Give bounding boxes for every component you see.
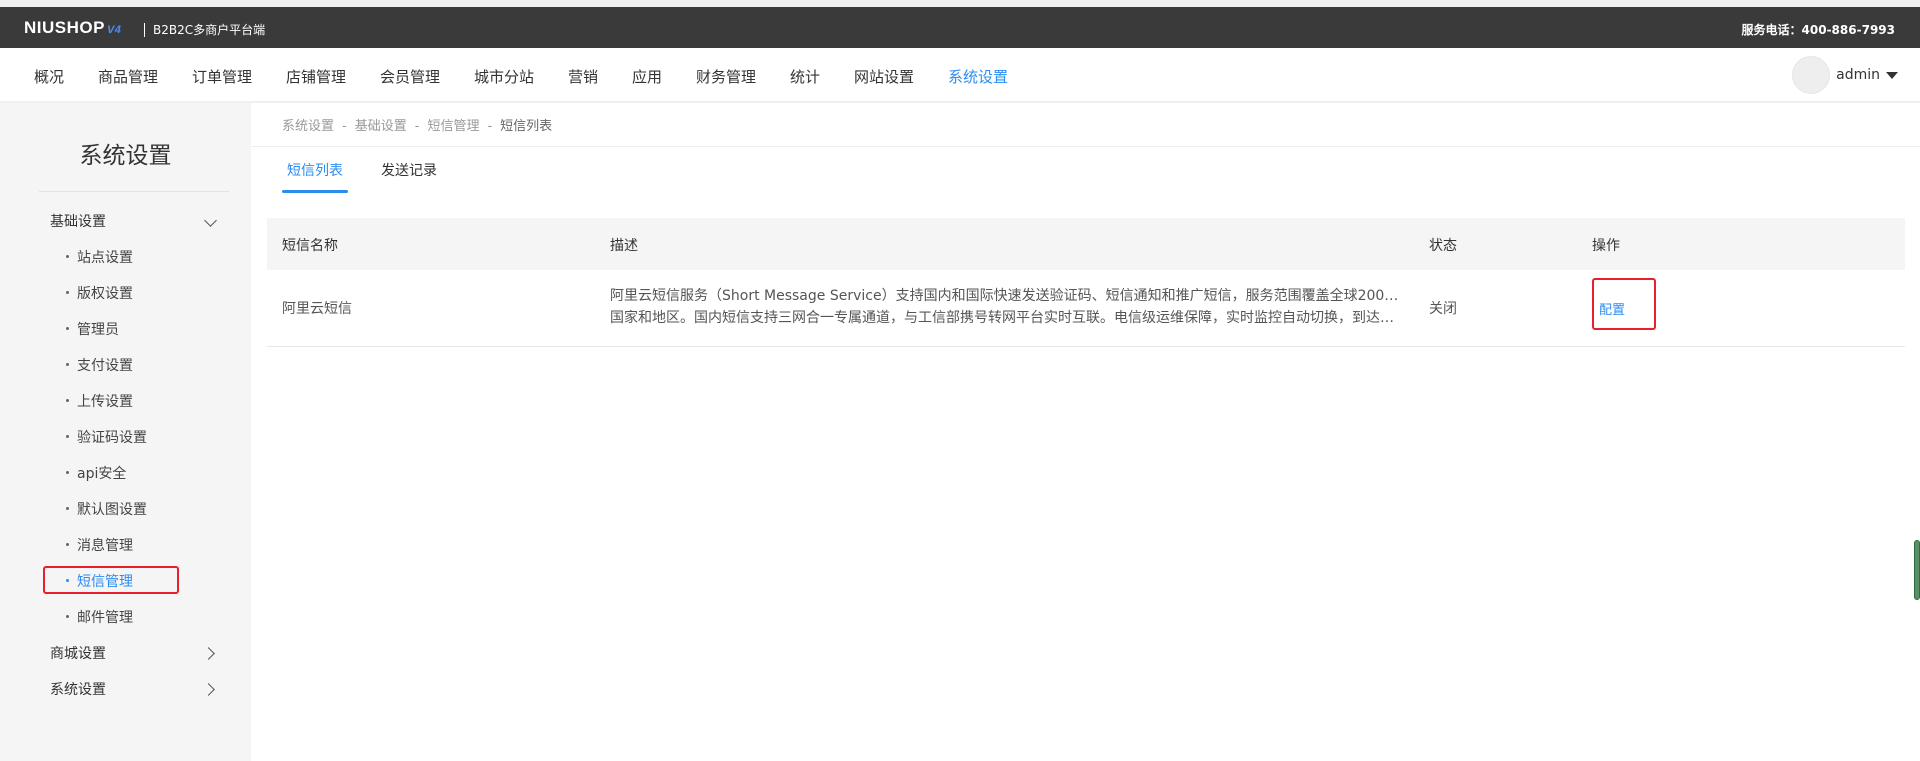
sidebar-item-api-security[interactable]: api安全: [66, 463, 126, 483]
column-header: 操作: [1592, 238, 1620, 254]
bullet-icon: [66, 398, 69, 402]
sidebar-item-label: 邮件管理: [77, 610, 133, 626]
highlight-box: [43, 566, 179, 594]
column-header: 描述: [610, 238, 638, 254]
description-line: 阿里云短信服务（Short Message Service）支持国内和国际快速发…: [610, 288, 1406, 304]
nav-item-website-settings[interactable]: 网站设置: [854, 66, 914, 87]
brand-subtitle: B2B2C多商户平台端: [153, 23, 266, 37]
bullet-icon: [66, 542, 69, 546]
brand-name: NIUSHOP: [24, 18, 105, 37]
sidebar-item-site-settings[interactable]: 站点设置: [66, 247, 133, 267]
sidebar-divider: [39, 191, 229, 192]
nav-item-statistics[interactable]: 统计: [790, 66, 820, 87]
sidebar-group-mall-settings[interactable]: 商城设置: [50, 643, 106, 663]
bullet-icon: [66, 470, 69, 474]
bullet-icon: [66, 326, 69, 330]
sidebar-group-basic-settings[interactable]: 基础设置: [50, 211, 106, 231]
nav-item-city-sites[interactable]: 城市分站: [474, 66, 534, 87]
sms-status: 关闭: [1429, 301, 1457, 317]
nav-item-finance[interactable]: 财务管理: [696, 66, 756, 87]
sidebar-item-administrators[interactable]: 管理员: [66, 319, 119, 339]
sidebar-item-label: 上传设置: [77, 394, 133, 410]
scrollbar-thumb[interactable]: [1914, 540, 1920, 600]
sidebar-item-captcha-settings[interactable]: 验证码设置: [66, 427, 147, 447]
breadcrumb-item[interactable]: 短信管理: [427, 119, 479, 134]
breadcrumb: 系统设置 - 基础设置 - 短信管理 - 短信列表: [282, 119, 553, 134]
sidebar-item-label: 消息管理: [77, 538, 133, 554]
bullet-icon: [66, 362, 69, 366]
avatar[interactable]: [1792, 56, 1831, 94]
brand-divider: [144, 23, 145, 37]
column-header: 状态: [1429, 238, 1457, 254]
sidebar-item-copyright-settings[interactable]: 版权设置: [66, 283, 133, 303]
chevron-right-icon[interactable]: [202, 683, 215, 696]
nav-item-goods[interactable]: 商品管理: [98, 66, 158, 87]
sidebar-title: 系统设置: [79, 143, 172, 169]
tab-send-records[interactable]: 发送记录: [381, 160, 437, 180]
nav-item-apps[interactable]: 应用: [632, 66, 662, 87]
description-line: 国家和地区。国内短信支持三网合一专属通道，与工信部携号转网平台实时互联。电信级运…: [610, 310, 1406, 326]
caret-down-icon[interactable]: [1886, 71, 1898, 79]
service-hotline: 服务电话：400-886-7993: [1741, 23, 1895, 37]
sidebar-item-email-management[interactable]: 邮件管理: [66, 607, 133, 627]
active-tab-indicator: [282, 190, 348, 193]
nav-item-overview[interactable]: 概况: [34, 66, 64, 87]
table-header: 短信名称 描述 状态 操作: [267, 218, 1905, 270]
nav-item-system-settings[interactable]: 系统设置: [948, 66, 1008, 87]
sidebar-group-system-settings[interactable]: 系统设置: [50, 679, 106, 699]
bullet-icon: [66, 254, 69, 258]
chevron-down-icon[interactable]: [204, 214, 217, 227]
bullet-icon: [66, 506, 69, 510]
bullet-icon: [66, 614, 69, 618]
main-nav: 概况 商品管理 订单管理 店铺管理 会员管理 城市分站 营销 应用 财务管理 统…: [0, 48, 1920, 102]
sidebar-item-default-image-settings[interactable]: 默认图设置: [66, 499, 147, 519]
sidebar-item-payment-settings[interactable]: 支付设置: [66, 355, 133, 375]
top-bar: NIUSHOP V4 B2B2C多商户平台端 服务电话：400-886-7993: [0, 7, 1920, 48]
brand-version: V4: [106, 24, 122, 36]
sidebar-item-label: 默认图设置: [77, 502, 147, 518]
nav-item-shops[interactable]: 店铺管理: [286, 66, 346, 87]
highlight-box: [1592, 278, 1656, 330]
sidebar-item-label: 站点设置: [77, 250, 133, 266]
breadcrumb-item[interactable]: 系统设置: [282, 119, 334, 134]
bullet-icon: [66, 290, 69, 294]
table-row: 阿里云短信 阿里云短信服务（Short Message Service）支持国内…: [267, 270, 1905, 347]
sidebar-item-label: 管理员: [77, 322, 119, 338]
brand-logo[interactable]: NIUSHOP V4: [24, 18, 121, 38]
main-content: 系统设置 - 基础设置 - 短信管理 - 短信列表 短信列表 发送记录 短信名称 描述 状态…: [251, 103, 1920, 761]
chevron-right-icon[interactable]: [202, 647, 215, 660]
nav-item-members[interactable]: 会员管理: [380, 66, 440, 87]
breadcrumb-divider: [251, 146, 1920, 147]
breadcrumb-current: 短信列表: [500, 119, 553, 134]
sidebar-item-label: 版权设置: [77, 286, 133, 302]
user-menu[interactable]: admin: [1792, 56, 1898, 94]
sidebar-item-label: 支付设置: [77, 358, 133, 374]
sms-table: 短信名称 描述 状态 操作 阿里云短信 阿里云短信服务（Short Messag…: [267, 218, 1905, 347]
sidebar-item-message-management[interactable]: 消息管理: [66, 535, 133, 555]
nav-item-orders[interactable]: 订单管理: [192, 66, 252, 87]
nav-item-marketing[interactable]: 营销: [568, 66, 598, 87]
tab-sms-list[interactable]: 短信列表: [287, 160, 343, 180]
username[interactable]: admin: [1836, 67, 1880, 83]
breadcrumb-item[interactable]: 基础设置: [355, 119, 407, 134]
sidebar-item-upload-settings[interactable]: 上传设置: [66, 391, 133, 411]
sidebar-item-label: 验证码设置: [77, 430, 147, 446]
sidebar-item-label: api安全: [77, 466, 127, 482]
bullet-icon: [66, 434, 69, 438]
sms-description: 阿里云短信服务（Short Message Service）支持国内和国际快速发…: [610, 285, 1406, 329]
column-header: 短信名称: [282, 238, 338, 254]
sms-name: 阿里云短信: [282, 301, 352, 317]
sidebar: 系统设置 基础设置 站点设置 版权设置 管理员 支付设置 上传设置 验证码设置 …: [0, 103, 251, 761]
